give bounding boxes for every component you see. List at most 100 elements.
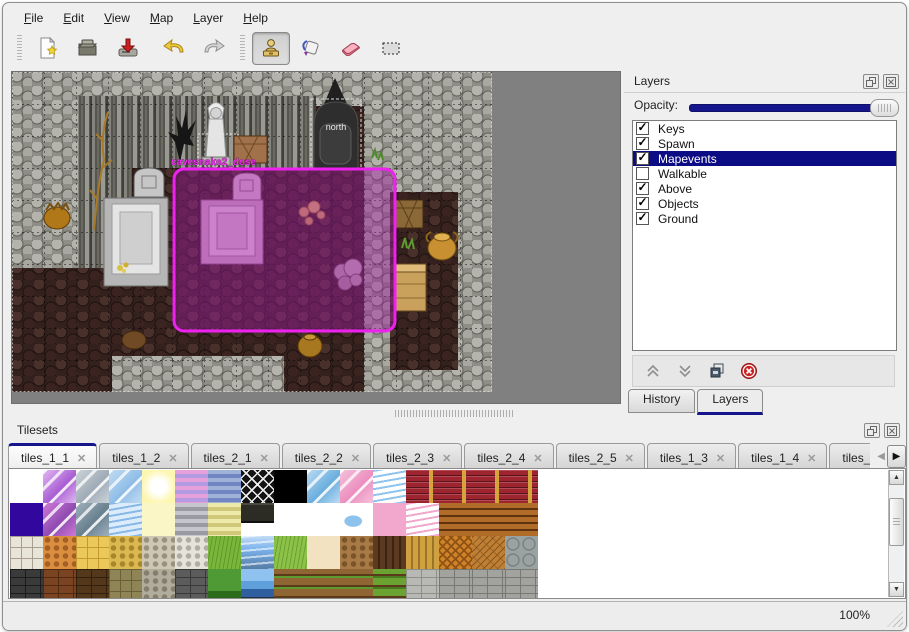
palette-tile[interactable]: [76, 503, 109, 536]
palette-tile[interactable]: [340, 569, 373, 599]
float-panel-icon[interactable]: [864, 423, 880, 438]
layer-row-keys[interactable]: ✓Keys: [633, 121, 896, 136]
palette-tile[interactable]: [274, 503, 307, 536]
palette-tile[interactable]: [241, 569, 274, 599]
palette-tile[interactable]: [175, 470, 208, 503]
close-panel-icon[interactable]: [883, 74, 899, 89]
palette-tile[interactable]: [439, 569, 472, 599]
palette-tile[interactable]: [340, 503, 373, 536]
layer-row-ground[interactable]: ✓Ground: [633, 211, 896, 226]
toolbar-grip[interactable]: [17, 35, 22, 61]
tileset-tab-tiles_1_4[interactable]: tiles_1_4✕: [738, 443, 827, 468]
layer-visible-checkbox[interactable]: ✓: [636, 137, 649, 150]
tab-layers[interactable]: Layers: [697, 389, 763, 415]
close-tab-icon[interactable]: ✕: [260, 452, 269, 465]
palette-tile[interactable]: [76, 536, 109, 569]
scroll-tabs-right-button[interactable]: ▶: [887, 445, 906, 468]
float-panel-icon[interactable]: [863, 74, 879, 89]
palette-tile[interactable]: [505, 569, 538, 599]
palette-tile[interactable]: [175, 536, 208, 569]
tileset-tab-tiles_1_3[interactable]: tiles_1_3✕: [647, 443, 736, 468]
open-button[interactable]: [69, 32, 107, 65]
palette-tile[interactable]: [307, 536, 340, 569]
palette-tile[interactable]: [241, 536, 274, 569]
palette-tile[interactable]: [505, 536, 538, 569]
palette-tile[interactable]: [142, 536, 175, 569]
close-tab-icon[interactable]: ✕: [716, 452, 725, 465]
lower-layer-button[interactable]: [675, 361, 695, 381]
duplicate-layer-button[interactable]: [707, 361, 727, 381]
palette-tile[interactable]: [76, 470, 109, 503]
tileset-viewport[interactable]: ▲ ▼: [8, 468, 906, 599]
palette-tile[interactable]: [208, 569, 241, 599]
layer-visible-checkbox[interactable]: ✓: [636, 212, 649, 225]
fill-tool-button[interactable]: [292, 32, 330, 65]
palette-tile[interactable]: [142, 569, 175, 599]
palette-tile[interactable]: [175, 503, 208, 536]
layer-row-walkable[interactable]: Walkable: [633, 166, 896, 181]
close-tab-icon[interactable]: ✕: [168, 452, 177, 465]
tileset-tab-tiles_2_5[interactable]: tiles_2_5✕: [556, 443, 645, 468]
layer-visible-checkbox[interactable]: [636, 167, 649, 180]
opacity-slider[interactable]: [689, 104, 899, 112]
delete-layer-button[interactable]: [739, 361, 759, 381]
scrollbar-thumb[interactable]: [889, 498, 904, 546]
palette-tile[interactable]: [109, 569, 142, 599]
palette-tile[interactable]: [406, 569, 439, 599]
tileset-tab-tiles_1_2[interactable]: tiles_1_2✕: [99, 443, 188, 468]
redo-button[interactable]: [195, 32, 233, 65]
layer-row-objects[interactable]: ✓Objects: [633, 196, 896, 211]
palette-tile[interactable]: [373, 569, 406, 599]
layer-visible-checkbox[interactable]: ✓: [636, 182, 649, 195]
scroll-down-icon[interactable]: ▼: [889, 582, 904, 597]
scroll-tabs-left-icon[interactable]: ◀: [877, 451, 885, 462]
resize-grip[interactable]: [887, 611, 903, 627]
palette-tile[interactable]: [472, 503, 505, 536]
palette-tile[interactable]: [373, 503, 406, 536]
close-tab-icon[interactable]: ✕: [351, 452, 360, 465]
undo-button[interactable]: [155, 32, 193, 65]
palette-tile[interactable]: [274, 569, 307, 599]
new-file-button[interactable]: [29, 32, 67, 65]
palette-tile[interactable]: [10, 569, 43, 599]
palette-tile[interactable]: [10, 470, 43, 503]
stamp-tool-button[interactable]: [252, 32, 290, 65]
palette-tile[interactable]: [340, 470, 373, 503]
menu-view[interactable]: View: [95, 8, 139, 28]
menu-layer[interactable]: Layer: [184, 8, 232, 28]
palette-tile[interactable]: [208, 503, 241, 536]
palette-tile[interactable]: [406, 503, 439, 536]
palette-tile[interactable]: [43, 470, 76, 503]
palette-tile[interactable]: [274, 470, 307, 503]
close-tab-icon[interactable]: ✕: [77, 452, 86, 465]
palette-tile[interactable]: [109, 470, 142, 503]
close-tab-icon[interactable]: ✕: [533, 452, 542, 465]
palette-tile[interactable]: [406, 536, 439, 569]
layer-visible-checkbox[interactable]: ✓: [636, 197, 649, 210]
palette-tile[interactable]: [307, 470, 340, 503]
palette-tile[interactable]: [175, 569, 208, 599]
map-canvas[interactable]: north cavesnake2_dose: [11, 71, 621, 404]
map-selection[interactable]: [174, 169, 395, 331]
palette-tile[interactable]: [142, 470, 175, 503]
opacity-slider-handle[interactable]: [870, 99, 899, 117]
layer-row-above[interactable]: ✓Above: [633, 181, 896, 196]
splitter-handle[interactable]: [395, 410, 515, 417]
menu-file[interactable]: File: [15, 8, 52, 28]
palette-tile[interactable]: [439, 503, 472, 536]
tileset-tab-tiles_1_[interactable]: tiles_1_✕: [829, 443, 870, 468]
palette-tile[interactable]: [439, 470, 472, 503]
layer-row-mapevents[interactable]: ✓Mapevents: [633, 151, 896, 166]
palette-tile[interactable]: [43, 536, 76, 569]
palette-tile[interactable]: [340, 536, 373, 569]
layer-list[interactable]: ✓Keys✓Spawn✓MapeventsWalkable✓Above✓Obje…: [632, 120, 897, 351]
layer-visible-checkbox[interactable]: ✓: [636, 152, 649, 165]
raise-layer-button[interactable]: [643, 361, 663, 381]
palette-tile[interactable]: [241, 503, 274, 536]
palette-tile[interactable]: [109, 503, 142, 536]
palette-tile[interactable]: [406, 470, 439, 503]
close-tab-icon[interactable]: ✕: [625, 452, 634, 465]
palette-tile[interactable]: [43, 569, 76, 599]
select-tool-button[interactable]: [372, 32, 410, 65]
layer-row-spawn[interactable]: ✓Spawn: [633, 136, 896, 151]
